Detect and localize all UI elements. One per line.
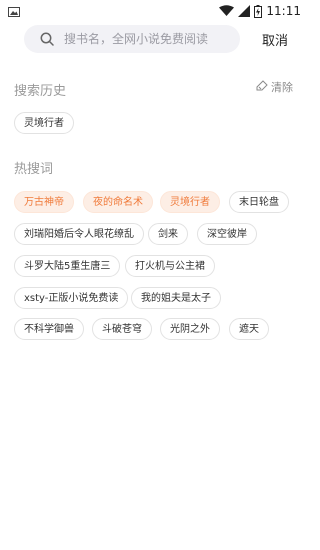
status-time: 11:11 xyxy=(266,4,301,18)
hot-chip[interactable]: 我的姐夫是太子 xyxy=(131,287,221,309)
hot-chip[interactable]: 打火机与公主裙 xyxy=(125,255,215,277)
hot-chip[interactable]: 光阴之外 xyxy=(160,318,220,340)
history-title: 搜索历史 xyxy=(14,84,67,99)
battery-charging-icon xyxy=(254,4,263,18)
hot-chip[interactable]: 末日轮盘 xyxy=(229,191,289,213)
hot-chip[interactable]: 遮天 xyxy=(229,318,269,340)
hot-chip[interactable]: 万古神帝 xyxy=(14,191,74,213)
broom-icon xyxy=(256,79,268,95)
search-row: 取消 xyxy=(0,22,309,58)
hot-chip[interactable]: 剑来 xyxy=(148,223,188,245)
image-notification-icon xyxy=(8,2,20,21)
cancel-button[interactable]: 取消 xyxy=(262,30,288,49)
search-icon xyxy=(40,32,54,46)
signal-icon xyxy=(238,5,251,17)
hot-chip[interactable]: xsty-正版小说免费读 xyxy=(14,287,129,309)
hot-chip[interactable]: 刘瑞阳婚后令人眼花缭乱 xyxy=(14,223,144,245)
history-chip[interactable]: 灵境行者 xyxy=(14,112,74,134)
status-bar: 11:11 xyxy=(0,0,309,22)
hot-chip[interactable]: 不科学御兽 xyxy=(14,318,84,340)
wifi-icon xyxy=(219,5,235,17)
hot-chip[interactable]: 灵境行者 xyxy=(160,191,220,213)
clear-label: 清除 xyxy=(271,81,293,94)
hot-chip[interactable]: 斗罗大陆5重生唐三 xyxy=(14,255,121,277)
search-box[interactable] xyxy=(24,25,240,53)
hot-chip[interactable]: 夜的命名术 xyxy=(83,191,153,213)
hot-chip[interactable]: 深空彼岸 xyxy=(197,223,257,245)
search-input[interactable] xyxy=(62,31,226,47)
hot-chip[interactable]: 斗破苍穹 xyxy=(92,318,152,340)
hot-title: 热搜词 xyxy=(14,162,54,177)
clear-history-button[interactable]: 清除 xyxy=(256,79,293,95)
